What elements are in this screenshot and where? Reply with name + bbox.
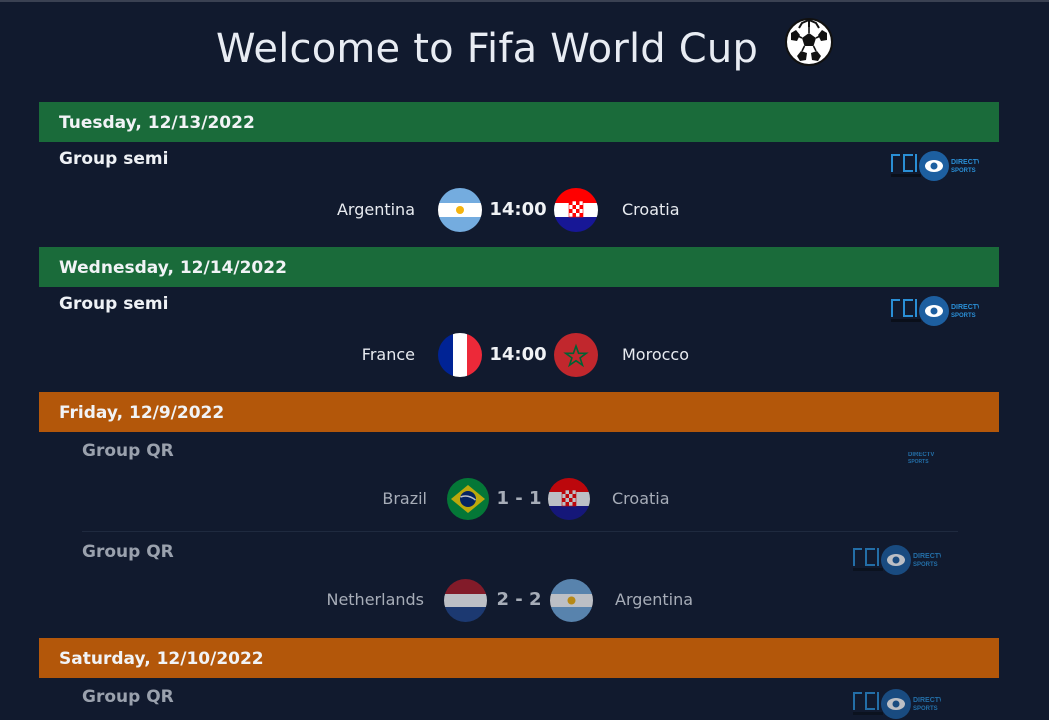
home-team-name: Argentina bbox=[336, 200, 415, 219]
rcn-logo bbox=[891, 154, 921, 177]
match-row-netherlands-argentina[interactable]: Netherlands 2 - 2 Argentina bbox=[39, 576, 999, 624]
group-label: Group semi bbox=[59, 294, 169, 314]
home-team-name: Brazil bbox=[382, 489, 427, 508]
argentina-flag-icon bbox=[550, 579, 593, 622]
away-team-name: Morocco bbox=[622, 345, 689, 364]
group-label: Group QR bbox=[82, 441, 174, 461]
home-team-name: Netherlands bbox=[326, 590, 424, 609]
broadcaster-logos[interactable]: DIRECTV SPORTS bbox=[889, 293, 982, 333]
broadcaster-logos[interactable]: DIRECTV SPORTS bbox=[906, 448, 946, 472]
directv-sports-logo: DIRECTV SPORTS bbox=[908, 452, 934, 465]
brazil-flag-icon bbox=[447, 478, 489, 520]
page-title-text: Welcome to Fifa World Cup bbox=[215, 26, 759, 72]
rcn-logo bbox=[891, 299, 921, 322]
rcn-logo bbox=[853, 548, 883, 571]
broadcaster-logos[interactable]: DIRECTV SPORTS bbox=[889, 148, 982, 188]
match-row-france-morocco[interactable]: France 14:00 Morocco bbox=[39, 331, 999, 379]
away-team-name: Croatia bbox=[612, 489, 670, 508]
match-divider bbox=[82, 531, 958, 532]
match-time: 14:00 bbox=[489, 344, 547, 365]
group-label: Group QR bbox=[82, 542, 174, 562]
svg-text:DIRECTV: DIRECTV bbox=[908, 452, 934, 458]
page-title: Welcome to Fifa World Cup bbox=[0, 18, 1049, 80]
home-team-name: France bbox=[361, 345, 415, 364]
svg-text:DIRECTV: DIRECTV bbox=[951, 159, 979, 166]
morocco-flag-icon bbox=[554, 333, 598, 377]
svg-text:SPORTS: SPORTS bbox=[913, 706, 938, 712]
netherlands-flag-icon bbox=[444, 579, 487, 622]
directv-sports-logo: DIRECTV SPORTS bbox=[919, 151, 982, 181]
rcn-logo bbox=[853, 692, 883, 715]
away-team-name: Argentina bbox=[615, 590, 694, 609]
match-row-brazil-croatia[interactable]: Brazil 1 - 1 Croatia bbox=[39, 475, 999, 523]
day-header-wednesday: Wednesday, 12/14/2022 bbox=[39, 247, 999, 287]
match-row-argentina-croatia[interactable]: Argentina 14:00 Croatia bbox=[39, 186, 999, 234]
day-header-saturday: Saturday, 12/10/2022 bbox=[39, 638, 999, 678]
match-time: 14:00 bbox=[489, 199, 547, 220]
svg-text:SPORTS: SPORTS bbox=[951, 168, 976, 174]
match-score: 2 - 2 bbox=[496, 589, 542, 610]
svg-text:DIRECTV: DIRECTV bbox=[951, 304, 979, 311]
svg-text:SPORTS: SPORTS bbox=[951, 313, 976, 319]
soccer-ball-icon bbox=[785, 18, 833, 76]
france-flag-icon bbox=[438, 333, 482, 377]
svg-text:SPORTS: SPORTS bbox=[913, 562, 938, 568]
day-header-friday: Friday, 12/9/2022 bbox=[39, 392, 999, 432]
croatia-flag-icon bbox=[554, 188, 598, 232]
svg-text:DIRECTV: DIRECTV bbox=[913, 697, 941, 704]
svg-text:SPORTS: SPORTS bbox=[908, 459, 929, 465]
directv-sports-logo: DIRECTV SPORTS bbox=[881, 545, 944, 575]
group-label: Group semi bbox=[59, 149, 169, 169]
directv-sports-logo: DIRECTV SPORTS bbox=[919, 296, 982, 326]
croatia-flag-icon bbox=[548, 478, 590, 520]
broadcaster-logos[interactable]: DIRECTV SPORTS bbox=[851, 686, 944, 720]
match-score: 1 - 1 bbox=[496, 488, 542, 509]
group-label: Group QR bbox=[82, 687, 174, 707]
svg-text:DIRECTV: DIRECTV bbox=[913, 553, 941, 560]
argentina-flag-icon bbox=[438, 188, 482, 232]
day-header-tuesday: Tuesday, 12/13/2022 bbox=[39, 102, 999, 142]
directv-sports-logo: DIRECTV SPORTS bbox=[881, 689, 944, 719]
away-team-name: Croatia bbox=[622, 200, 680, 219]
